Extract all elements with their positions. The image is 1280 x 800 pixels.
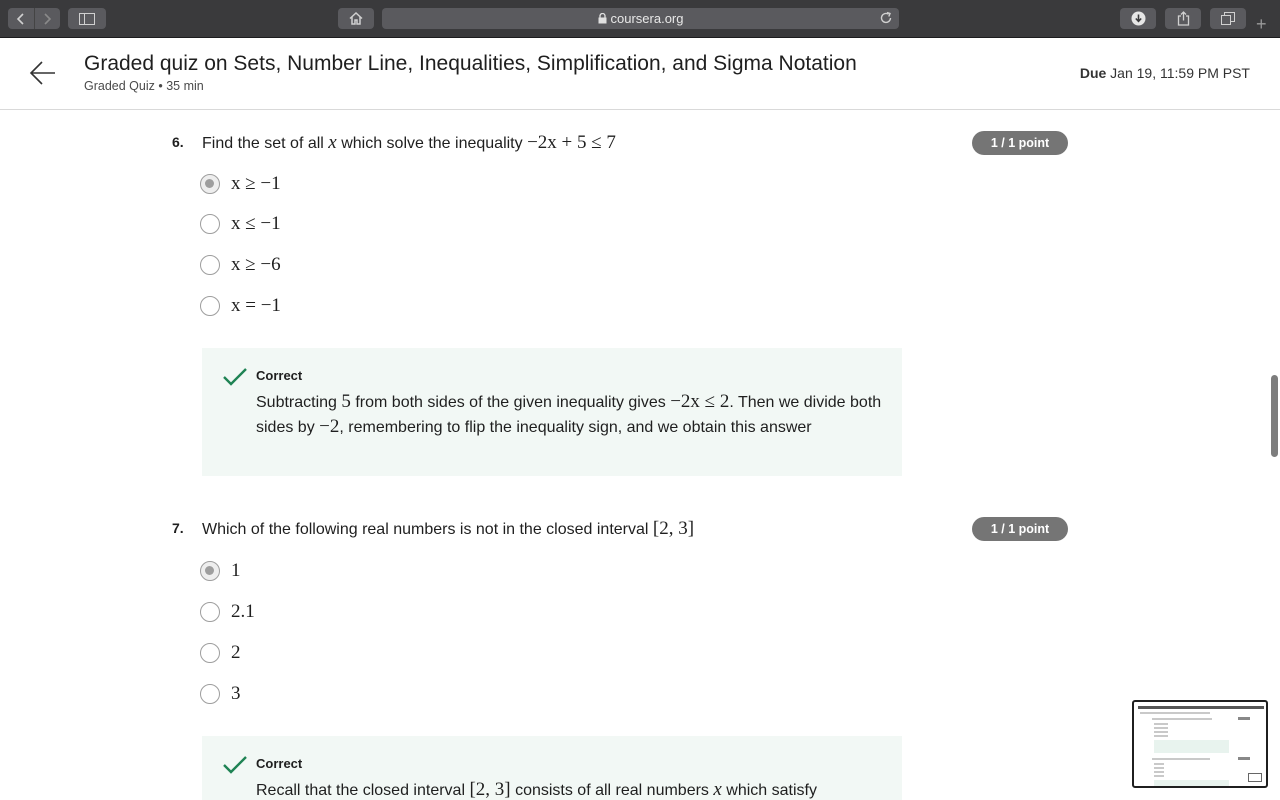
question-variable: x [328,132,337,153]
question-text-part: Find the set of all [202,135,324,152]
radio-button[interactable] [200,214,220,234]
radio-button-selected[interactable] [200,561,220,581]
reload-icon[interactable] [879,11,893,25]
option-label: x = −1 [231,295,281,316]
feedback-title: Correct [256,756,303,771]
sidebar-toggle-icon[interactable] [68,8,106,29]
option-label: 2 [231,642,241,663]
new-tab-button[interactable]: + [1256,14,1267,35]
option-label: x ≥ −6 [231,254,281,275]
download-icon[interactable] [1120,8,1156,29]
question-text: Find the set of all x which solve the in… [202,132,616,154]
question-expression: [2, 3] [652,518,695,539]
feedback-text-part: Recall that the closed interval [256,782,465,799]
forward-nav-icon[interactable] [33,8,61,29]
answer-option[interactable]: x ≥ −1 [200,173,281,195]
home-icon[interactable] [338,8,374,29]
feedback-text-part: which satisfy [726,782,817,799]
feedback-text: Subtracting 5 from both sides of the giv… [256,390,886,440]
question-expression: −2x + 5 ≤ 7 [527,132,616,153]
radio-button[interactable] [200,643,220,663]
feedback-box: Correct Recall that the closed interval … [202,736,902,800]
checkmark-icon [223,368,247,386]
feedback-text: Recall that the closed interval [2, 3] c… [256,778,886,800]
question-text-part: which solve the inequality [341,135,523,152]
points-badge: 1 / 1 point [972,517,1068,541]
answer-option[interactable]: 3 [200,683,241,705]
feedback-title: Correct [256,368,303,383]
option-label: 1 [231,560,241,581]
quiz-header: Graded quiz on Sets, Number Line, Inequa… [0,38,1280,110]
answer-option[interactable]: x ≤ −1 [200,213,281,235]
page-title: Graded quiz on Sets, Number Line, Inequa… [84,52,857,75]
radio-button-selected[interactable] [200,174,220,194]
scrollbar-thumb[interactable] [1271,375,1278,457]
checkmark-icon [223,756,247,774]
question-text-part: Which of the following real numbers is n… [202,521,649,538]
radio-button[interactable] [200,602,220,622]
back-arrow-icon[interactable] [28,58,58,88]
feedback-text-part: Subtracting [256,394,337,411]
feedback-math: 5 [341,391,351,412]
radio-button[interactable] [200,296,220,316]
lock-icon [598,13,606,24]
share-icon[interactable] [1165,8,1201,29]
feedback-math: x [713,779,722,800]
due-value: Jan 19, 11:59 PM PST [1110,65,1250,81]
answer-option[interactable]: 2.1 [200,601,255,623]
quiz-meta: Graded Quiz • 35 min [84,79,204,93]
answer-option[interactable]: x = −1 [200,295,281,317]
due-date: Due Jan 19, 11:59 PM PST [1080,65,1250,81]
feedback-math: −2x ≤ 2 [670,391,730,412]
tabs-overview-icon[interactable] [1210,8,1246,29]
feedback-math: [2, 3] [469,779,511,800]
question-number: 6. [172,134,184,150]
feedback-text-part: from both sides of the given inequality … [355,394,666,411]
screenshot-thumbnail[interactable] [1132,700,1268,788]
points-badge: 1 / 1 point [972,131,1068,155]
answer-option[interactable]: 1 [200,560,241,582]
answer-option[interactable]: x ≥ −6 [200,254,281,276]
answer-option[interactable]: 2 [200,642,241,664]
feedback-math: −2 [319,416,340,437]
browser-toolbar: coursera.org + [0,0,1280,38]
option-label: x ≤ −1 [231,213,281,234]
option-label: x ≥ −1 [231,173,281,194]
option-label: 3 [231,683,241,704]
question-text: Which of the following real numbers is n… [202,518,694,540]
radio-button[interactable] [200,255,220,275]
history-nav [8,8,60,29]
due-label: Due [1079,65,1107,81]
feedback-box: Correct Subtracting 5 from both sides of… [202,348,902,476]
url-text: coursera.org [610,11,684,26]
feedback-text-part: , remembering to flip the inequality sig… [339,419,812,436]
thumbnail-corner-icon [1248,773,1262,782]
option-label: 2.1 [231,601,255,622]
radio-button[interactable] [200,684,220,704]
address-bar[interactable]: coursera.org [382,8,899,29]
feedback-text-part: consists of all real numbers [515,782,709,799]
back-nav-icon[interactable] [8,8,34,29]
question-number: 7. [172,520,184,536]
